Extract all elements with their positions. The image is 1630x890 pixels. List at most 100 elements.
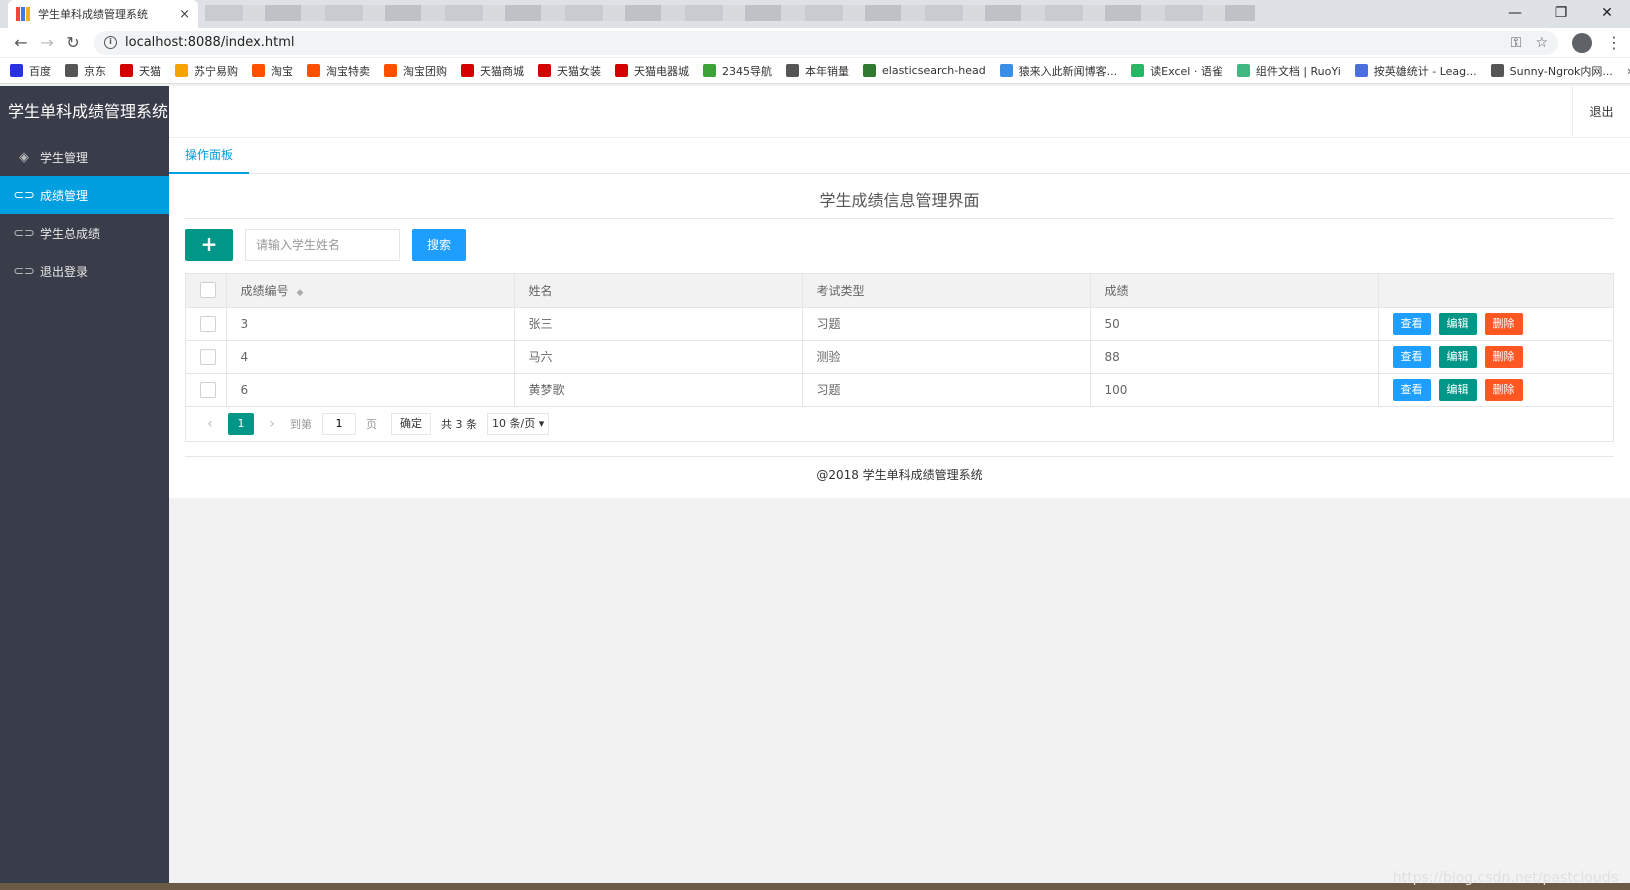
next-page-icon[interactable]: › xyxy=(260,416,284,432)
restore-icon[interactable]: ❐ xyxy=(1538,0,1584,28)
toolbar: + 搜索 xyxy=(185,228,1614,262)
minimize-icon[interactable]: — xyxy=(1492,0,1538,28)
reload-icon[interactable]: ↻ xyxy=(60,33,86,52)
page-current[interactable]: 1 xyxy=(228,412,254,435)
cell-type: 习题 xyxy=(802,373,1091,407)
goto-suffix: 页 xyxy=(366,417,377,431)
bookmark-icon xyxy=(1490,64,1504,77)
cell-name: 马六 xyxy=(514,340,803,374)
goto-page-input[interactable] xyxy=(322,412,356,435)
bookmark-item[interactable]: 天猫商城 xyxy=(461,63,524,79)
bookmark-item[interactable]: 读Excel · 语雀 xyxy=(1131,63,1223,79)
star-icon[interactable]: ☆ xyxy=(1535,35,1548,51)
bookmark-item[interactable]: 组件文档 | RuoYi xyxy=(1236,63,1341,79)
bookmark-icon xyxy=(786,64,799,77)
bookmark-label: 2345导航 xyxy=(722,64,772,78)
bookmark-label: 淘宝 xyxy=(271,64,293,78)
column-header-name: 姓名 xyxy=(514,274,803,308)
cell-type: 测验 xyxy=(802,340,1091,374)
bookmark-item[interactable]: 淘宝 xyxy=(252,63,293,79)
bookmark-item[interactable]: 淘宝特卖 xyxy=(307,63,370,79)
select-all-checkbox[interactable] xyxy=(200,282,216,299)
sidebar-item-2[interactable]: ⊂⊃ 学生总成绩 xyxy=(0,214,169,252)
bookmark-icon xyxy=(10,64,23,77)
bookmark-item[interactable]: 淘宝团购 xyxy=(384,63,447,79)
logout-button[interactable]: 退出 xyxy=(1572,86,1630,138)
header: 退出 xyxy=(169,86,1630,138)
cell-id: 4 xyxy=(226,340,515,374)
goto-confirm-button[interactable]: 确定 xyxy=(391,412,431,435)
delete-button[interactable]: 删除 xyxy=(1484,378,1523,401)
main-content: 操作面板 学生成绩信息管理界面 + 搜索 成绩编号◆ xyxy=(169,138,1630,498)
search-input[interactable] xyxy=(245,229,400,261)
sidebar-item-3[interactable]: ⊂⊃ 退出登录 xyxy=(0,252,169,290)
bookmark-item[interactable]: 京东 xyxy=(65,63,106,79)
bookmark-item[interactable]: 本年销量 xyxy=(786,63,849,79)
close-window-icon[interactable]: ✕ xyxy=(1584,0,1630,28)
url-text[interactable]: localhost:8088/index.html xyxy=(125,35,1497,50)
bookmark-item[interactable]: elasticsearch-head xyxy=(863,64,986,77)
row-checkbox[interactable] xyxy=(200,315,216,332)
blurred-tabs xyxy=(205,5,1255,21)
bookmark-label: 京东 xyxy=(84,64,106,78)
row-checkbox[interactable] xyxy=(200,348,216,365)
cell-name: 黄梦歌 xyxy=(514,373,803,407)
add-button[interactable]: + xyxy=(185,229,233,261)
omnibox[interactable]: i localhost:8088/index.html ⚿ ☆ xyxy=(94,30,1558,55)
bookmark-item[interactable]: 百度 xyxy=(10,63,51,79)
prev-page-icon[interactable]: ‹ xyxy=(198,416,222,432)
view-button[interactable]: 查看 xyxy=(1392,312,1431,335)
delete-button[interactable]: 删除 xyxy=(1484,312,1523,335)
page-size-select[interactable]: 10 条/页 ▾ xyxy=(487,412,550,435)
delete-button[interactable]: 删除 xyxy=(1484,345,1523,368)
sidebar-item-0[interactable]: ◈ 学生管理 xyxy=(0,138,169,176)
edit-button[interactable]: 编辑 xyxy=(1438,312,1477,335)
search-button[interactable]: 搜索 xyxy=(412,229,466,261)
bookmark-item[interactable]: 苏宁易购 xyxy=(175,63,238,79)
bookmark-label: 天猫电器城 xyxy=(634,64,689,78)
address-bar: ← → ↻ i localhost:8088/index.html ⚿ ☆ ⋮ xyxy=(0,28,1630,58)
bookmark-item[interactable]: 按英雄统计 - Leag... xyxy=(1354,63,1477,79)
cell-id: 6 xyxy=(226,373,515,407)
tab-bar: 操作面板 xyxy=(169,138,1630,174)
bookmark-item[interactable]: 天猫电器城 xyxy=(615,63,689,79)
row-checkbox[interactable] xyxy=(200,381,216,398)
bookmark-label: 淘宝特卖 xyxy=(326,64,370,78)
page-title: 学生成绩信息管理界面 xyxy=(185,174,1614,219)
layers-icon: ◈ xyxy=(19,149,29,165)
edit-button[interactable]: 编辑 xyxy=(1438,378,1477,401)
cell-name: 张三 xyxy=(514,307,803,341)
title-bar: 学生单科成绩管理系统 × — ❐ ✕ xyxy=(0,0,1630,28)
edit-button[interactable]: 编辑 xyxy=(1438,345,1477,368)
info-icon[interactable]: i xyxy=(104,36,117,49)
sort-icon[interactable]: ◆ xyxy=(297,288,304,298)
bookmark-item[interactable]: 天猫 xyxy=(120,63,161,79)
bookmark-label: 天猫 xyxy=(139,64,161,78)
bookmark-label: 天猫女装 xyxy=(557,64,601,78)
column-header-id[interactable]: 成绩编号 ◆ xyxy=(226,274,515,308)
link-icon: ⊂⊃ xyxy=(13,225,35,241)
bookmark-item[interactable]: 2345导航 xyxy=(703,63,772,79)
browser-tab[interactable]: 学生单科成绩管理系统 × xyxy=(8,0,198,28)
bookmark-item[interactable]: Sunny-Ngrok内网... xyxy=(1490,63,1613,79)
pagination: ‹ 1 › 到第 页 确定 共 3 条 10 条/页 ▾ xyxy=(186,407,1613,441)
bookmark-item[interactable]: 猿来入此新闻博客... xyxy=(999,63,1117,79)
table-row: 6 黄梦歌 习题 100 查看 编辑 删除 xyxy=(186,373,1613,407)
tab-operation-panel[interactable]: 操作面板 xyxy=(169,138,249,174)
view-button[interactable]: 查看 xyxy=(1392,378,1431,401)
bookmark-item[interactable]: 天猫女装 xyxy=(538,63,601,79)
forward-icon[interactable]: → xyxy=(34,33,60,52)
bookmark-label: 组件文档 | RuoYi xyxy=(1255,64,1341,78)
view-button[interactable]: 查看 xyxy=(1392,345,1431,368)
back-icon[interactable]: ← xyxy=(8,33,34,52)
sidebar: 学生单科成绩管理系统 ◈ 学生管理 ⊂⊃ 成绩管理 ⊂⊃ 学生总成绩 ⊂⊃ 退出登录 xyxy=(0,86,169,883)
sidebar-item-1[interactable]: ⊂⊃ 成绩管理 xyxy=(0,176,169,214)
bookmark-label: 苏宁易购 xyxy=(194,64,238,78)
total-count: 共 3 条 xyxy=(441,417,477,431)
menu-icon[interactable]: ⋮ xyxy=(1606,33,1622,52)
key-icon[interactable]: ⚿ xyxy=(1511,35,1522,51)
browser-window: 学生单科成绩管理系统 × — ❐ ✕ ← → ↻ i localhost:808… xyxy=(0,0,1630,883)
profile-avatar[interactable] xyxy=(1572,32,1592,53)
sidebar-item-label: 成绩管理 xyxy=(40,188,89,203)
tab-close-icon[interactable]: × xyxy=(179,7,190,22)
